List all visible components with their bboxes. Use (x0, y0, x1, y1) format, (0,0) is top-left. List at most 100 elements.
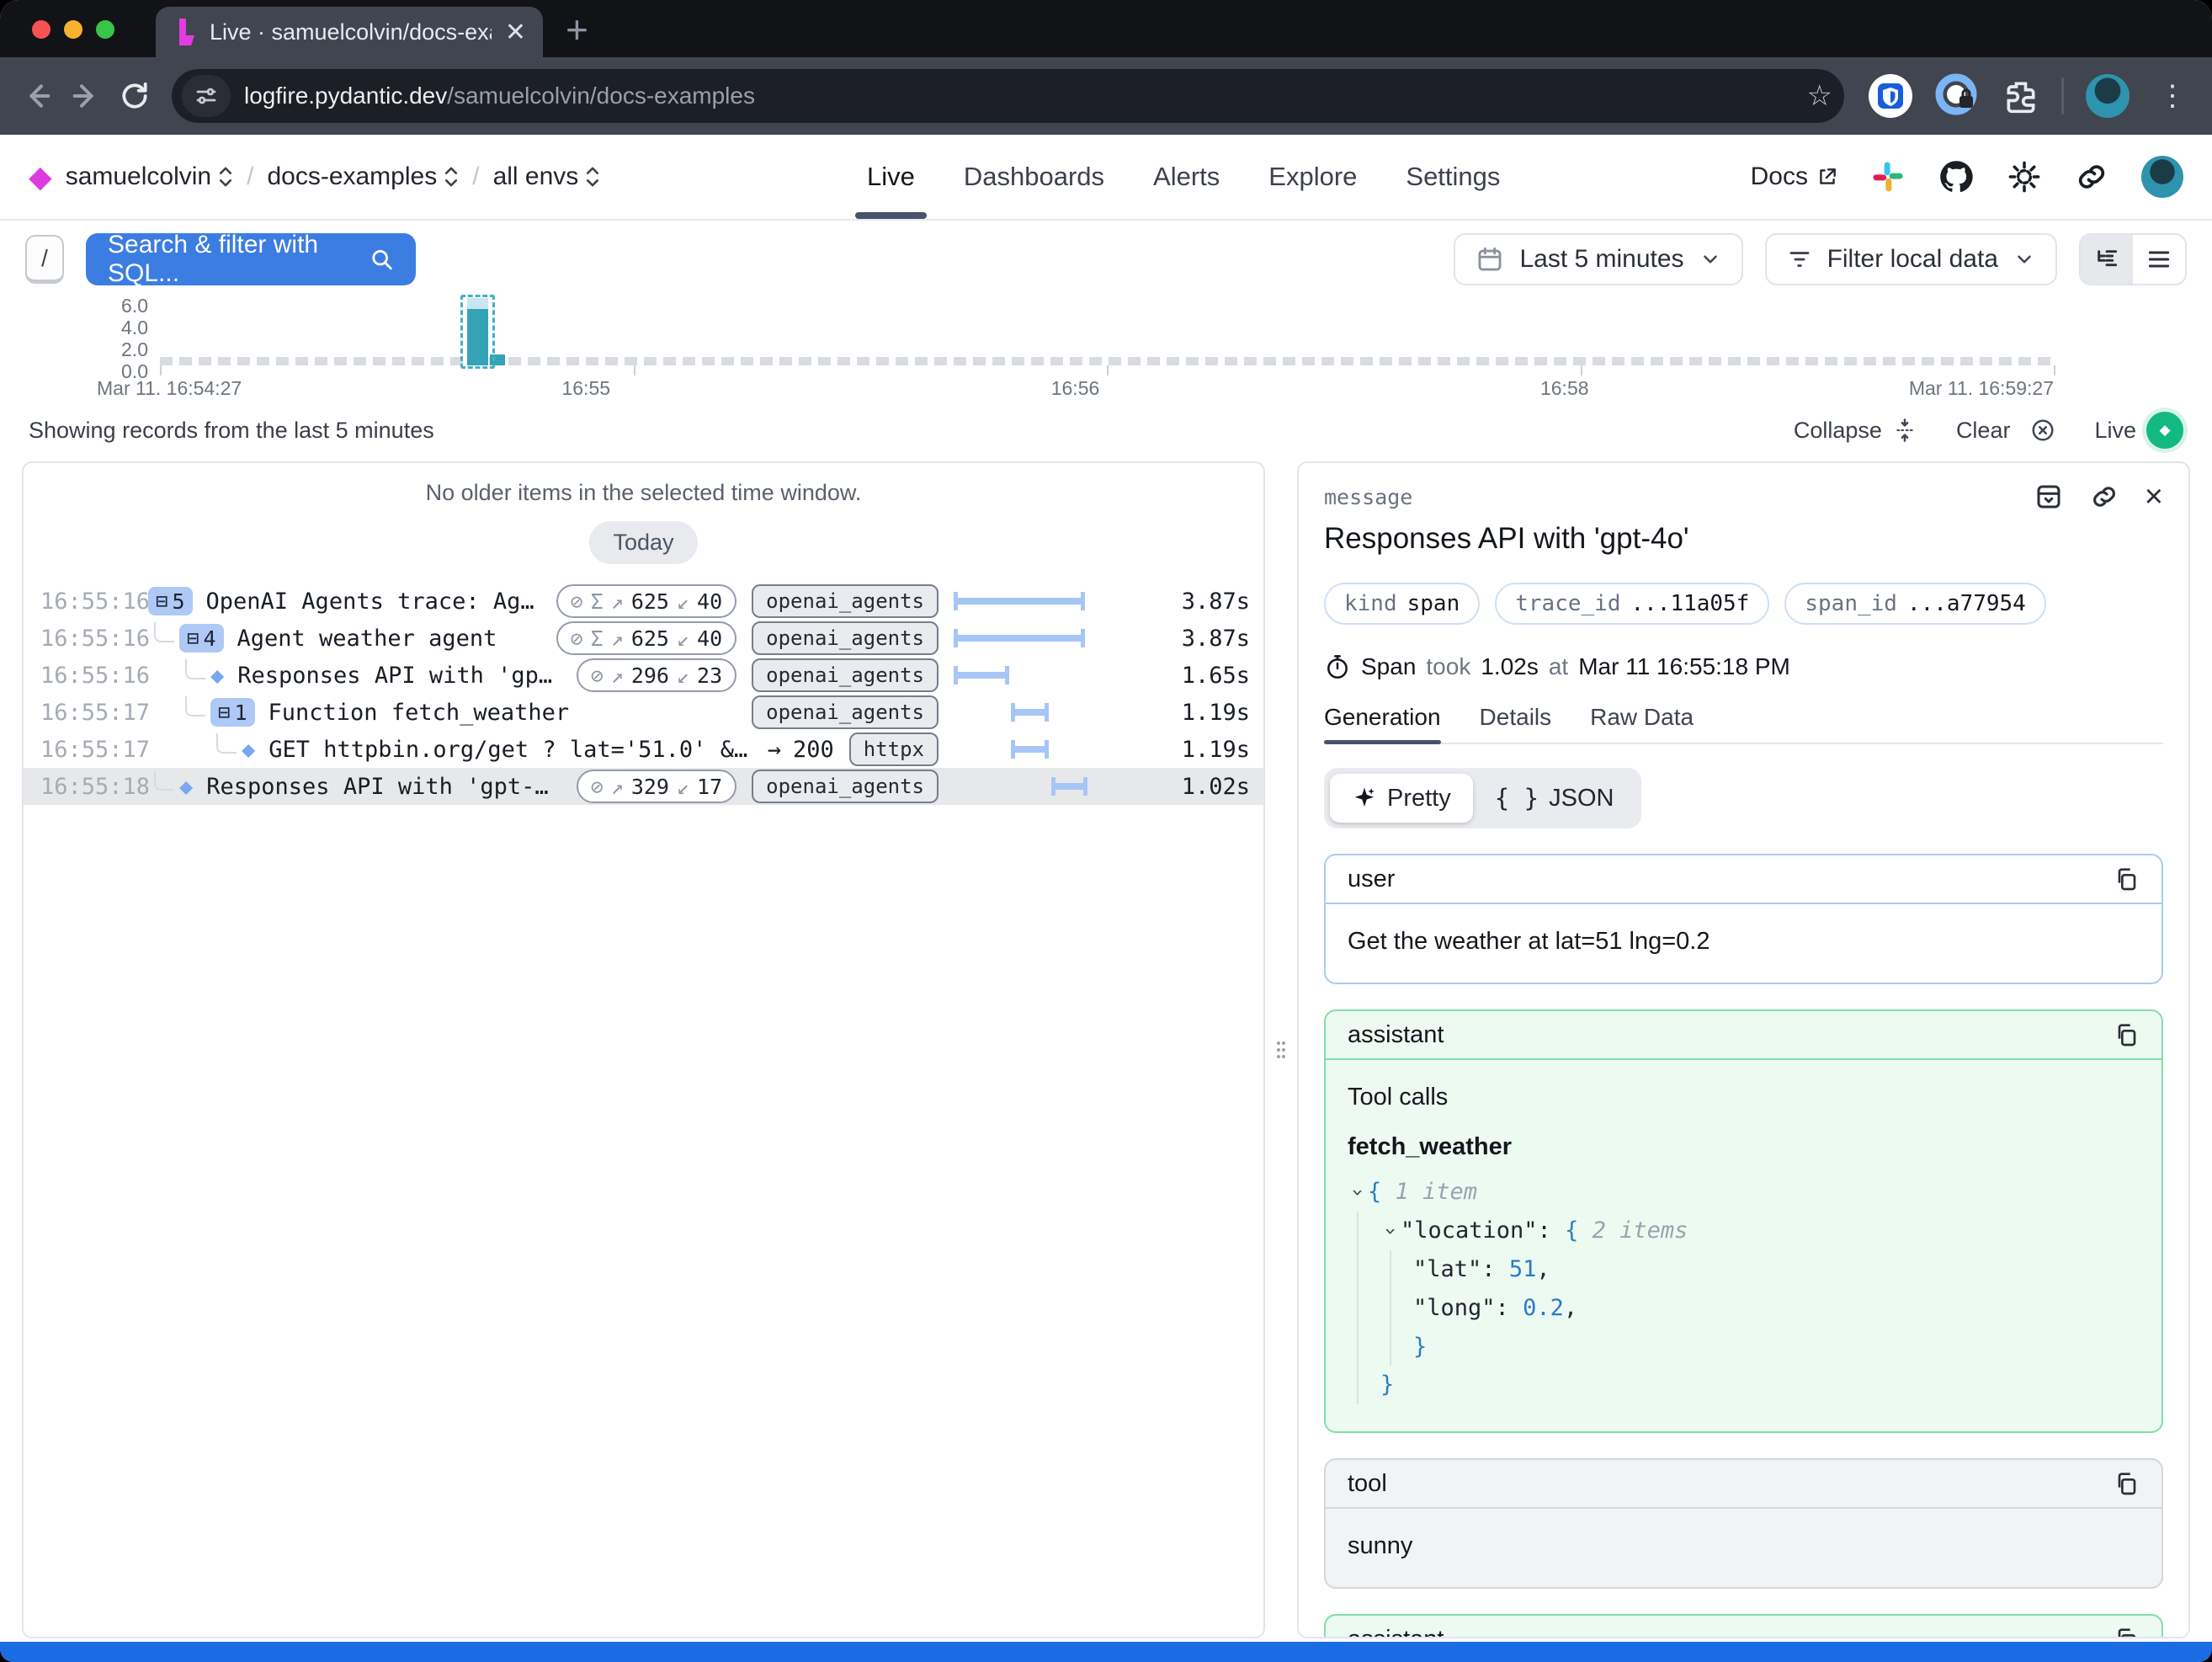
span-row[interactable]: 16:55:16 ⊟5 OpenAI Agents trace: Agent w… (24, 583, 1263, 620)
drag-handle-icon[interactable] (1274, 1039, 1288, 1061)
extension-icons: ⋮ (1868, 73, 2193, 119)
duration-lane (954, 694, 1166, 731)
org-selector[interactable]: samuelcolvin (66, 162, 233, 191)
bitwarden-extension-icon[interactable] (1868, 73, 1913, 119)
pretty-toggle-button[interactable]: Pretty (1330, 774, 1473, 823)
calendar-icon (1476, 245, 1504, 274)
filter-local-data-dropdown[interactable]: Filter local data (1765, 233, 2057, 285)
project-selector[interactable]: docs-examples (267, 162, 459, 191)
password-manager-extension-icon[interactable] (1935, 73, 1981, 119)
span-id-pill[interactable]: span_id...a77954 (1784, 583, 2045, 625)
tokens-down-icon: ↙ (677, 626, 689, 651)
coin-icon: ⊘ (591, 775, 604, 799)
tab-settings[interactable]: Settings (1406, 135, 1500, 219)
copy-icon[interactable] (2113, 1021, 2140, 1048)
duration-lane (954, 620, 1166, 657)
tab-generation[interactable]: Generation (1324, 704, 1441, 743)
browser-tab[interactable]: Live · samuelcolvin/docs-exa ✕ (156, 7, 543, 57)
panel-divider[interactable] (1265, 461, 1297, 1638)
browser-profile-avatar[interactable] (2086, 74, 2130, 118)
json-toggle-button[interactable]: { } JSON (1473, 774, 1636, 823)
close-panel-icon[interactable]: × (2145, 484, 2163, 509)
list-view-icon (2146, 246, 2172, 273)
clear-button[interactable]: Clear (1956, 418, 2056, 444)
tree-connector (185, 696, 205, 716)
clear-circle-icon (2030, 418, 2055, 443)
chevron-down-icon (1699, 248, 1721, 270)
pretty-json-toggle: Pretty { } JSON (1324, 768, 1641, 828)
message-kicker: message (1324, 485, 1412, 509)
tab-explore[interactable]: Explore (1268, 135, 1357, 219)
extensions-puzzle-icon[interactable] (2002, 77, 2039, 115)
tokens-up-icon: ↗ (611, 663, 624, 688)
app-nav: ◆ samuelcolvin / docs-examples / all env… (0, 135, 2212, 221)
tab-dashboards[interactable]: Dashboards (964, 135, 1104, 219)
new-tab-button[interactable]: + (566, 10, 588, 49)
span-row-selected[interactable]: 16:55:18 ◆ Responses API with 'gpt-4o' ⊘… (24, 768, 1263, 805)
span-name: Responses API with 'gpt-4o' (206, 774, 561, 800)
json-location-line[interactable]: ›"location": { 2 items (1380, 1212, 2140, 1250)
tab-alerts[interactable]: Alerts (1153, 135, 1220, 219)
detail-tabs: Generation Details Raw Data (1324, 704, 2163, 744)
response-arrow-icon: → (768, 737, 781, 763)
logfire-logo-icon: ◆ (29, 162, 52, 192)
span-collapse-badge[interactable]: ⊟5 (148, 587, 193, 615)
back-icon[interactable] (19, 77, 56, 115)
reload-icon[interactable] (116, 77, 153, 115)
copy-icon[interactable] (2113, 1626, 2140, 1638)
github-icon[interactable] (1938, 158, 1975, 195)
list-view-button[interactable] (2133, 235, 2185, 284)
user-avatar[interactable] (2141, 156, 2183, 198)
nav-tabs: Live Dashboards Alerts Explore Settings (867, 135, 1500, 219)
search-input[interactable]: Search & filter with SQL... (86, 233, 416, 285)
copy-icon[interactable] (2113, 866, 2140, 892)
duration-lane (954, 731, 1166, 768)
share-link-icon[interactable] (2074, 159, 2109, 194)
dock-panel-icon[interactable] (2034, 482, 2064, 512)
bookmark-star-icon[interactable]: ☆ (1807, 79, 1832, 113)
span-row[interactable]: 16:55:16 ◆ Responses API with 'gpt-4o' ⊘… (24, 657, 1263, 694)
docs-link[interactable]: Docs (1751, 162, 1838, 191)
tab-close-icon[interactable]: ✕ (505, 18, 526, 47)
collapse-button[interactable]: Collapse (1794, 418, 1917, 444)
url-bar[interactable]: logfire.pydantic.dev/samuelcolvin/docs-e… (172, 69, 1844, 123)
message-card-assistant-final: assistant The weather at latitude 51 and… (1324, 1614, 2163, 1638)
span-collapse-badge[interactable]: ⊟4 (179, 624, 224, 653)
json-root-line[interactable]: ›{ 1 item (1348, 1173, 2140, 1212)
span-collapse-badge[interactable]: ⊟1 (210, 698, 255, 727)
env-selector[interactable]: all envs (493, 162, 601, 191)
records-bar: Showing records from the last 5 minutes … (0, 404, 2212, 456)
timeline-chart[interactable]: 6.0 4.0 2.0 0.0 Mar 11. 16:54:27 16:55 1… (0, 298, 2212, 404)
zoom-window-button[interactable] (96, 20, 114, 39)
bottom-accent-bar (0, 1642, 2212, 1662)
time-range-dropdown[interactable]: Last 5 minutes (1454, 233, 1742, 285)
tab-details[interactable]: Details (1480, 704, 1552, 743)
theme-sun-icon[interactable] (2007, 159, 2042, 194)
token-usage-pill: ⊘Σ↗625↙40 (556, 621, 737, 655)
minimize-window-button[interactable] (64, 20, 82, 39)
span-diamond-icon: ◆ (179, 774, 193, 800)
forward-icon[interactable] (67, 77, 104, 115)
span-rows: 16:55:16 ⊟5 OpenAI Agents trace: Agent w… (24, 583, 1263, 805)
browser-menu-icon[interactable]: ⋮ (2151, 79, 2193, 113)
close-window-button[interactable] (32, 20, 51, 39)
tab-raw-data[interactable]: Raw Data (1590, 704, 1694, 743)
tab-live[interactable]: Live (867, 135, 915, 219)
sigma-icon: Σ (591, 589, 604, 614)
logfire-favicon (173, 19, 196, 45)
chart-selection[interactable] (460, 295, 495, 369)
tree-view-button[interactable] (2081, 235, 2133, 284)
live-button[interactable]: Live ◆ (2094, 412, 2183, 449)
span-row[interactable]: 16:55:17 ⊟1 Function fetch_weather opena… (24, 694, 1263, 731)
trace-id-pill[interactable]: trace_id...11a05f (1495, 583, 1769, 625)
span-row[interactable]: 16:55:17 ◆ GET httpbin.org/get ? lat='51… (24, 731, 1263, 768)
today-pill[interactable]: Today (589, 521, 697, 564)
copy-icon[interactable] (2113, 1470, 2140, 1497)
span-row[interactable]: 16:55:16 ⊟4 Agent weather agent ⊘Σ↗625↙4… (24, 620, 1263, 657)
site-settings-icon[interactable] (182, 75, 231, 117)
span-duration: 1.19s (1166, 700, 1250, 726)
slack-icon[interactable] (1870, 159, 1906, 194)
span-meta-pills: kindspan trace_id...11a05f span_id...a77… (1324, 583, 2163, 625)
chart-plot-area[interactable] (160, 298, 2054, 365)
copy-link-icon[interactable] (2089, 482, 2119, 512)
